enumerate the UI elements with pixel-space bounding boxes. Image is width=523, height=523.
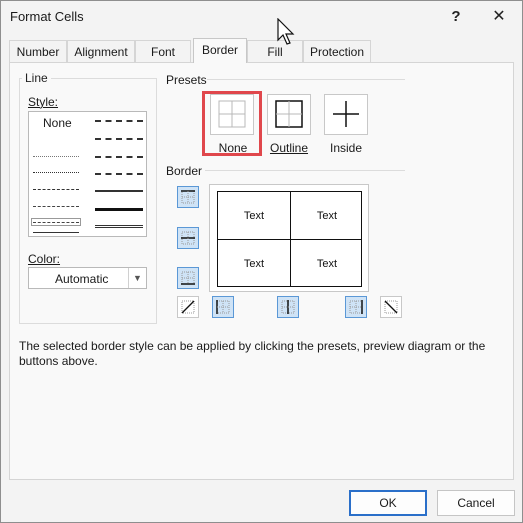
line-style-dotted[interactable]: [33, 172, 79, 173]
preview-inside-horizontal: [218, 239, 361, 240]
border-diagonal-down-icon: [384, 300, 398, 314]
border-diagonal-up-icon: [181, 300, 195, 314]
preview-cell-text: Text: [243, 210, 265, 222]
help-button[interactable]: ?: [446, 7, 466, 27]
window-title: Format Cells: [10, 9, 84, 24]
cancel-button[interactable]: Cancel: [437, 490, 515, 516]
border-left-icon: [216, 300, 230, 314]
instruction-text: The selected border style can be applied…: [19, 339, 486, 368]
tab-protection[interactable]: Protection: [303, 40, 371, 62]
line-style-medium-dash-dot-dot[interactable]: [95, 120, 143, 122]
preset-inside-button[interactable]: [324, 94, 368, 135]
line-style-hairline[interactable]: [33, 156, 79, 157]
title-bar: Format Cells ? ✕: [1, 1, 522, 33]
preset-inside-label[interactable]: Inside: [316, 141, 376, 155]
border-inside-horizontal-icon: [181, 231, 195, 245]
ok-button[interactable]: OK: [349, 490, 427, 516]
line-style-double[interactable]: [95, 225, 143, 228]
border-bottom-button[interactable]: [177, 267, 199, 289]
border-diagonal-down-button[interactable]: [380, 296, 402, 318]
line-style-thin[interactable]: [33, 232, 79, 233]
border-top-icon: [181, 190, 195, 204]
line-style-list[interactable]: None: [28, 111, 147, 237]
tab-border[interactable]: Border: [193, 38, 247, 63]
preset-none-label[interactable]: None: [203, 141, 263, 155]
border-right-button[interactable]: [345, 296, 367, 318]
color-value: Automatic: [55, 272, 109, 286]
line-style-medium-dashed[interactable]: [95, 173, 143, 175]
color-label: Color:: [28, 252, 61, 266]
border-inside-vertical-button[interactable]: [277, 296, 299, 318]
line-style-selected-frame: [31, 218, 81, 226]
border-right-icon: [349, 300, 363, 314]
tab-font[interactable]: Font: [135, 40, 191, 62]
border-preview[interactable]: Text Text Text Text: [209, 184, 369, 292]
line-style-medium-dash-dot[interactable]: [95, 156, 143, 158]
format-cells-dialog: Format Cells ? ✕ Number Alignment Font B…: [0, 0, 523, 523]
preview-grid[interactable]: Text Text Text Text: [217, 191, 362, 287]
preset-none-icon: [218, 100, 246, 128]
color-dropdown[interactable]: Automatic ▼: [28, 267, 147, 289]
preview-cell-text: Text: [316, 258, 338, 270]
mouse-cursor-icon: [277, 18, 295, 45]
line-style-dash-dot-dot[interactable]: [33, 189, 79, 190]
border-diagonal-up-button[interactable]: [177, 296, 199, 318]
preset-outline-label[interactable]: Outline: [259, 141, 319, 155]
preview-cell-text: Text: [243, 258, 265, 270]
tab-number[interactable]: Number: [9, 40, 67, 62]
chevron-down-icon[interactable]: ▼: [128, 268, 146, 288]
border-inside-vertical-icon: [281, 300, 295, 314]
line-style-slant-dash-dot[interactable]: [95, 138, 143, 140]
border-divider: [205, 170, 405, 171]
preset-inside-icon: [333, 101, 359, 127]
preset-outline-button[interactable]: [267, 94, 311, 135]
line-style-thick[interactable]: [95, 208, 143, 211]
border-legend: Border: [166, 164, 203, 178]
line-legend: Line: [22, 71, 51, 85]
preset-none-button[interactable]: [210, 94, 254, 135]
preset-outline-icon: [275, 100, 303, 128]
close-button[interactable]: ✕: [489, 7, 509, 27]
line-style-medium[interactable]: [95, 190, 143, 192]
line-style-none[interactable]: None: [43, 116, 72, 130]
line-style-dash-dot[interactable]: [33, 206, 79, 207]
border-top-button[interactable]: [177, 186, 199, 208]
presets-legend: Presets: [166, 73, 207, 87]
tab-alignment[interactable]: Alignment: [67, 40, 135, 62]
preview-cell-text: Text: [316, 210, 338, 222]
style-label: Style:: [28, 95, 59, 109]
border-left-button[interactable]: [212, 296, 234, 318]
presets-divider: [207, 79, 405, 80]
border-inside-horizontal-button[interactable]: [177, 227, 199, 249]
border-bottom-icon: [181, 271, 195, 285]
